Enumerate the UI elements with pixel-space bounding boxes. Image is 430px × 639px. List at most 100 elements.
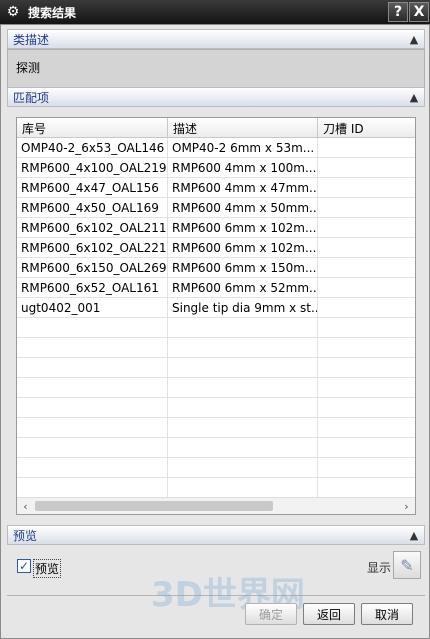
empty-table-row — [17, 318, 415, 338]
scrollbar-thumb[interactable] — [35, 501, 273, 511]
empty-cell — [318, 398, 415, 418]
empty-cell — [17, 318, 168, 338]
cell-description: RMP600 6mm x 102m... — [168, 238, 318, 258]
empty-table-row — [17, 398, 415, 418]
checkmark-icon: ✓ — [18, 559, 30, 573]
dialog-body: 类描述 ▲ 探测 匹配项 ▲ 库号 描述 刀槽 ID OMP40-2_6x53_… — [0, 24, 430, 639]
cell-library-id: RMP600_6x52_OAL161 — [17, 278, 168, 298]
empty-table-row — [17, 438, 415, 458]
table-row[interactable]: RMP600_6x52_OAL161 RMP600 6mm x 52mm... — [17, 278, 415, 298]
cell-description: RMP600 4mm x 47mm... — [168, 178, 318, 198]
match-header-label: 匹配项 — [13, 90, 50, 105]
cell-pocket-id — [318, 178, 415, 198]
empty-cell — [17, 438, 168, 458]
table-row[interactable]: OMP40-2_6x53_OAL146 OMP40-2 6mm x 53m... — [17, 138, 415, 158]
help-button[interactable]: ? — [388, 2, 408, 22]
empty-cell — [318, 458, 415, 478]
cell-description: RMP600 6mm x 52mm... — [168, 278, 318, 298]
empty-table-row — [17, 358, 415, 378]
column-header-library-id[interactable]: 库号 — [17, 118, 168, 138]
empty-cell — [17, 458, 168, 478]
category-section-header[interactable]: 类描述 ▲ — [7, 29, 425, 49]
title-bar: ⚙ 搜索结果 ? X — [0, 0, 430, 24]
cell-description: RMP600 6mm x 102m... — [168, 218, 318, 238]
empty-cell — [318, 378, 415, 398]
cell-library-id: RMP600_6x102_OAL211 — [17, 218, 168, 238]
empty-table-row — [17, 378, 415, 398]
empty-table-row — [17, 478, 415, 498]
table-row[interactable]: RMP600_6x102_OAL211 RMP600 6mm x 102m... — [17, 218, 415, 238]
empty-table-row — [17, 338, 415, 358]
window-title: 搜索结果 — [28, 5, 77, 20]
horizontal-scrollbar[interactable]: ‹ › — [17, 497, 415, 514]
table-row[interactable]: RMP600_4x100_OAL219 RMP600 4mm x 100m... — [17, 158, 415, 178]
empty-cell — [318, 338, 415, 358]
empty-cell — [318, 318, 415, 338]
probe-icon: ✎ — [400, 555, 414, 575]
cell-pocket-id — [318, 278, 415, 298]
back-button[interactable]: 返回 — [303, 603, 355, 625]
scroll-right-icon[interactable]: › — [398, 498, 415, 514]
collapse-icon[interactable]: ▲ — [406, 89, 422, 105]
show-label: 显示 — [366, 561, 391, 575]
match-section-header[interactable]: 匹配项 ▲ — [7, 87, 425, 107]
scroll-left-icon[interactable]: ‹ — [17, 498, 34, 514]
table-body: OMP40-2_6x53_OAL146 OMP40-2 6mm x 53m... R… — [17, 138, 415, 498]
empty-cell — [17, 378, 168, 398]
cell-library-id: RMP600_4x50_OAL169 — [17, 198, 168, 218]
results-table[interactable]: 库号 描述 刀槽 ID OMP40-2_6x53_OAL146 OMP40-2 6… — [16, 117, 416, 515]
empty-cell — [168, 358, 318, 378]
divider — [7, 595, 425, 596]
column-header-pocket-id[interactable]: 刀槽 ID — [318, 118, 415, 138]
collapse-icon[interactable]: ▲ — [406, 31, 422, 47]
empty-cell — [168, 378, 318, 398]
preview-section-header[interactable]: 预览 ▲ — [7, 525, 425, 545]
empty-table-row — [17, 458, 415, 478]
table-row[interactable]: RMP600_6x102_OAL221 RMP600 6mm x 102m... — [17, 238, 415, 258]
show-button[interactable]: ✎ — [393, 551, 421, 579]
close-button[interactable]: X — [409, 2, 429, 22]
collapse-icon[interactable]: ▲ — [406, 527, 422, 543]
preview-header-label: 预览 — [13, 528, 38, 543]
empty-cell — [168, 438, 318, 458]
table-row[interactable]: RMP600_4x47_OAL156 RMP600 4mm x 47mm... — [17, 178, 415, 198]
cancel-button[interactable]: 取消 — [361, 603, 413, 625]
empty-cell — [168, 458, 318, 478]
cell-library-id: OMP40-2_6x53_OAL146 — [17, 138, 168, 158]
empty-cell — [17, 358, 168, 378]
empty-cell — [168, 338, 318, 358]
preview-checkbox-label[interactable]: 预览 — [33, 559, 62, 578]
preview-checkbox[interactable]: ✓ — [17, 559, 31, 573]
cell-pocket-id — [318, 298, 415, 318]
cell-description: RMP600 4mm x 50mm... — [168, 198, 318, 218]
preview-row: ✓ 预览 显示 ✎ — [7, 547, 425, 587]
table-row[interactable]: RMP600_4x50_OAL169 RMP600 4mm x 50mm... — [17, 198, 415, 218]
cell-description: RMP600 6mm x 150m... — [168, 258, 318, 278]
empty-cell — [168, 478, 318, 498]
cell-pocket-id — [318, 158, 415, 178]
cell-library-id: RMP600_6x150_OAL269 — [17, 258, 168, 278]
empty-cell — [17, 398, 168, 418]
cell-library-id: RMP600_4x47_OAL156 — [17, 178, 168, 198]
cell-pocket-id — [318, 238, 415, 258]
gear-icon[interactable]: ⚙ — [4, 3, 22, 21]
empty-cell — [318, 478, 415, 498]
empty-cell — [17, 418, 168, 438]
cell-description: RMP600 4mm x 100m... — [168, 158, 318, 178]
column-header-description[interactable]: 描述 — [168, 118, 318, 138]
cell-library-id: ugt0402_001 — [17, 298, 168, 318]
ok-button[interactable]: 确定 — [245, 603, 297, 625]
cell-library-id: RMP600_4x100_OAL219 — [17, 158, 168, 178]
cell-pocket-id — [318, 138, 415, 158]
empty-cell — [318, 358, 415, 378]
category-header-label: 类描述 — [13, 32, 50, 47]
cell-pocket-id — [318, 258, 415, 278]
cell-description: Single tip dia 9mm x st... — [168, 298, 318, 318]
empty-cell — [168, 398, 318, 418]
empty-cell — [318, 438, 415, 458]
empty-cell — [168, 418, 318, 438]
empty-cell — [17, 478, 168, 498]
table-row[interactable]: RMP600_6x150_OAL269 RMP600 6mm x 150m... — [17, 258, 415, 278]
empty-cell — [168, 318, 318, 338]
table-row[interactable]: ugt0402_001 Single tip dia 9mm x st... — [17, 298, 415, 318]
